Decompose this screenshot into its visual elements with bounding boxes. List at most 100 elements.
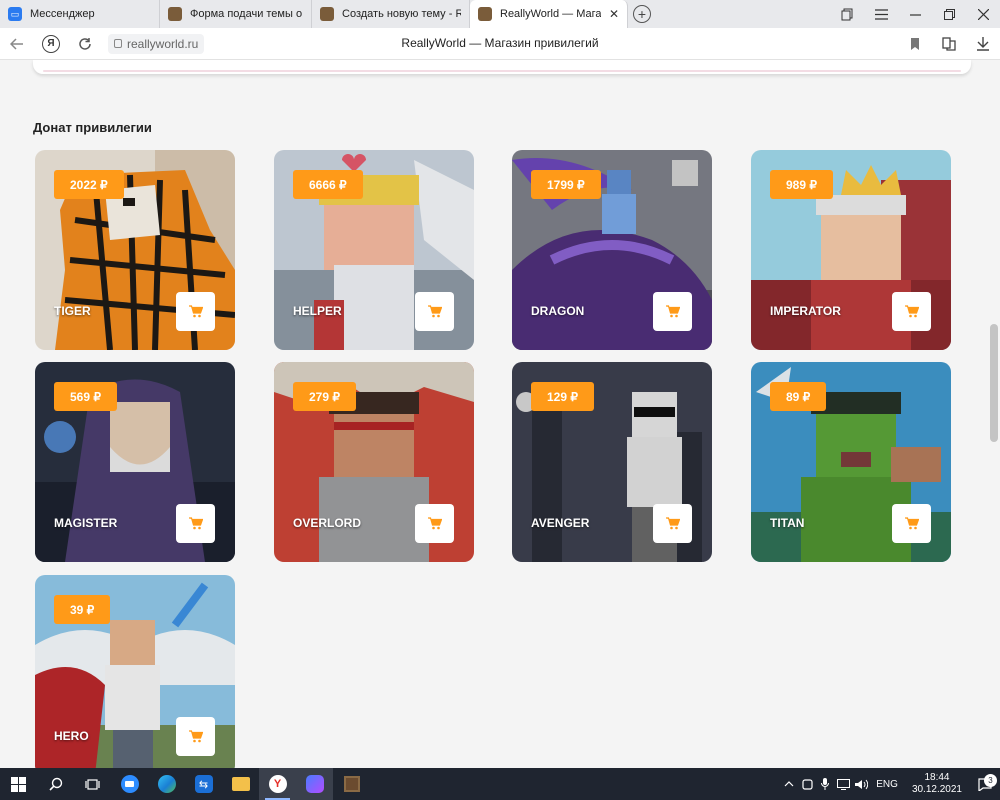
search-button[interactable] bbox=[37, 768, 74, 800]
address-bar-actions bbox=[898, 28, 1000, 60]
add-to-cart-button[interactable] bbox=[415, 292, 454, 331]
scrollbar-thumb[interactable] bbox=[990, 324, 998, 442]
yandex-browser-icon: Y bbox=[268, 775, 287, 793]
task-view-button[interactable] bbox=[74, 768, 111, 800]
tab-messenger[interactable]: ▭ Мессенджер bbox=[0, 0, 160, 28]
start-button[interactable] bbox=[0, 768, 37, 800]
file-explorer-app[interactable] bbox=[222, 768, 259, 800]
cart-icon bbox=[188, 730, 203, 743]
close-tab-icon[interactable]: ✕ bbox=[609, 7, 619, 21]
protect-icon[interactable] bbox=[932, 28, 966, 60]
privilege-card-helper[interactable]: 6666 ₽ HELPER bbox=[274, 150, 474, 350]
back-button[interactable] bbox=[0, 28, 34, 60]
privilege-name: MAGISTER bbox=[54, 516, 118, 530]
privilege-name: OVERLORD bbox=[293, 516, 362, 530]
privilege-card-tiger[interactable]: 2022 ₽ TIGER bbox=[35, 150, 235, 350]
privilege-name: TITAN bbox=[770, 516, 805, 530]
url-text: reallyworld.ru bbox=[127, 36, 199, 51]
price-badge: 989 ₽ bbox=[770, 170, 833, 199]
download-icon[interactable] bbox=[966, 28, 1000, 60]
taskbar: ⇆ Y ENG 18:44 30.12.2021 3 bbox=[0, 768, 1000, 800]
tab-title: Форма подачи темы о на bbox=[190, 8, 303, 20]
language-indicator[interactable]: ENG bbox=[876, 779, 898, 790]
price-badge: 89 ₽ bbox=[770, 382, 827, 411]
lock-icon bbox=[114, 39, 122, 48]
cart-icon bbox=[904, 305, 919, 318]
add-to-cart-button[interactable] bbox=[892, 292, 931, 331]
minecraft-app[interactable] bbox=[333, 768, 370, 800]
add-to-cart-button[interactable] bbox=[176, 292, 215, 331]
add-to-cart-button[interactable] bbox=[653, 292, 692, 331]
chevron-up-icon[interactable] bbox=[780, 781, 798, 787]
yandex-logo-icon: Я bbox=[42, 34, 60, 53]
window-controls bbox=[830, 0, 1000, 28]
tab-forum-form[interactable]: Форма подачи темы о на bbox=[160, 0, 312, 28]
teamviewer-app[interactable]: ⇆ bbox=[185, 768, 222, 800]
plus-icon: + bbox=[633, 5, 651, 23]
forum-favicon-icon bbox=[168, 7, 182, 21]
add-to-cart-button[interactable] bbox=[415, 504, 454, 543]
microphone-icon[interactable] bbox=[816, 778, 834, 790]
privilege-name: TIGER bbox=[54, 304, 91, 318]
previous-section-card bbox=[33, 60, 971, 74]
cart-icon bbox=[427, 305, 442, 318]
privilege-name: DRAGON bbox=[531, 304, 585, 318]
privilege-card-dragon[interactable]: 1799 ₽ DRAGON bbox=[512, 150, 712, 350]
messenger-app-icon bbox=[305, 775, 324, 793]
notification-count-badge: 3 bbox=[984, 773, 997, 787]
yandex-home-button[interactable]: Я bbox=[34, 28, 68, 60]
notification-center-button[interactable]: 3 bbox=[970, 773, 1000, 791]
menu-icon[interactable] bbox=[864, 0, 898, 28]
add-to-cart-button[interactable] bbox=[176, 504, 215, 543]
privilege-card-titan[interactable]: 89 ₽ TITAN bbox=[751, 362, 951, 562]
windows-logo-icon bbox=[11, 776, 26, 792]
clock[interactable]: 18:44 30.12.2021 bbox=[912, 772, 962, 796]
privilege-card-avenger[interactable]: 129 ₽ AVENGER bbox=[512, 362, 712, 562]
privilege-card-hero[interactable]: 39 ₽ HERO bbox=[35, 575, 235, 768]
privilege-name: AVENGER bbox=[531, 516, 590, 530]
tab-title: Мессенджер bbox=[30, 8, 95, 20]
messenger-app[interactable] bbox=[296, 768, 333, 800]
yandex-browser-app[interactable]: Y bbox=[259, 768, 296, 800]
privilege-card-overlord[interactable]: 279 ₽ OVERLORD bbox=[274, 362, 474, 562]
new-tab-button[interactable]: + bbox=[628, 0, 656, 28]
bookmark-icon[interactable] bbox=[898, 28, 932, 60]
privilege-card-magister[interactable]: 569 ₽ MAGISTER bbox=[35, 362, 235, 562]
price-badge: 129 ₽ bbox=[531, 382, 594, 411]
restore-icon[interactable] bbox=[932, 0, 966, 28]
tab-new-topic[interactable]: Создать новую тему - Rea bbox=[312, 0, 470, 28]
add-to-cart-button[interactable] bbox=[653, 504, 692, 543]
clock-date: 30.12.2021 bbox=[911, 784, 962, 795]
section-title: Донат привилегии bbox=[33, 120, 152, 135]
volume-icon[interactable] bbox=[852, 779, 870, 790]
reload-button[interactable] bbox=[68, 28, 102, 60]
add-to-cart-button[interactable] bbox=[176, 717, 215, 756]
network-icon[interactable] bbox=[834, 778, 852, 790]
collections-icon[interactable] bbox=[830, 0, 864, 28]
meet-now-icon[interactable] bbox=[798, 778, 816, 790]
minimize-icon[interactable] bbox=[898, 0, 932, 28]
privilege-name: IMPERATOR bbox=[770, 304, 841, 318]
teamviewer-icon: ⇆ bbox=[194, 775, 213, 793]
clock-time: 18:44 bbox=[924, 772, 950, 783]
tab-reallyworld-shop[interactable]: ReallyWorld — Магазин ✕ bbox=[470, 0, 628, 28]
cart-icon bbox=[427, 517, 442, 530]
reallyworld-favicon-icon bbox=[478, 7, 492, 21]
forum-favicon-icon bbox=[320, 7, 334, 21]
search-icon bbox=[48, 777, 62, 791]
page-scrollbar[interactable] bbox=[988, 60, 1000, 768]
address-bar: Я reallyworld.ru ReallyWorld — Магазин п… bbox=[0, 28, 1000, 60]
folder-icon bbox=[231, 777, 250, 791]
privilege-card-imperator[interactable]: 989 ₽ IMPERATOR bbox=[751, 150, 951, 350]
close-window-icon[interactable] bbox=[966, 0, 1000, 28]
zoom-icon bbox=[120, 775, 139, 793]
back-arrow-icon bbox=[10, 37, 23, 50]
page-content: Донат привилегии 2022 ₽ TIGER 6666 ₽ HEL… bbox=[0, 60, 988, 768]
browser-tab-strip: ▭ Мессенджер Форма подачи темы о на Созд… bbox=[0, 0, 1000, 28]
price-badge: 1799 ₽ bbox=[531, 170, 601, 199]
edge-app[interactable] bbox=[148, 768, 185, 800]
price-badge: 6666 ₽ bbox=[293, 170, 363, 199]
add-to-cart-button[interactable] bbox=[892, 504, 931, 543]
url-field[interactable]: reallyworld.ru bbox=[108, 33, 205, 54]
zoom-app[interactable] bbox=[111, 768, 148, 800]
